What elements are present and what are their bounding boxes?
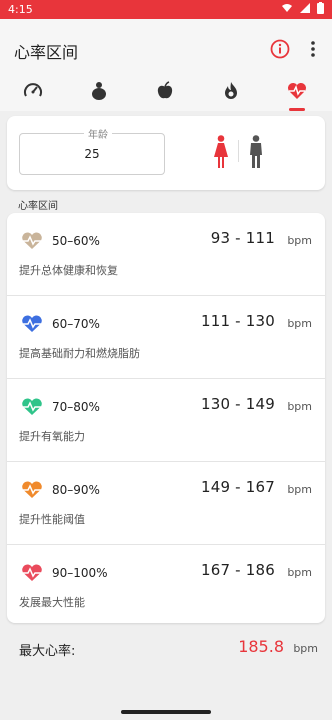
zone-row[interactable]: 90–100% 167 - 186 bpm 发展最大性能 [7, 545, 325, 623]
heart-rate-icon [288, 83, 306, 99]
zone-percent: 80–90% [52, 483, 100, 497]
status-time: 4:15 [8, 3, 33, 16]
zone-description: 提升性能阈值 [19, 513, 85, 526]
male-icon[interactable] [248, 135, 264, 169]
zone-description: 发展最大性能 [19, 596, 85, 609]
tab-body-weight[interactable] [66, 79, 132, 111]
heart-rate-icon [22, 481, 42, 498]
heart-rate-icon [22, 398, 42, 415]
age-value: 25 [84, 147, 100, 161]
female-icon[interactable] [213, 135, 229, 169]
body-weight-icon [92, 82, 106, 100]
zone-unit: bpm [287, 400, 312, 413]
zone-unit: bpm [287, 483, 312, 496]
profile-card: 年龄 25 [7, 116, 325, 190]
status-bar: 4:15 [0, 0, 332, 19]
more-vert-icon[interactable] [308, 39, 318, 59]
zones-section-label: 心率区间 [18, 201, 58, 212]
zone-unit: bpm [287, 234, 312, 247]
zone-row[interactable]: 60–70% 111 - 130 bpm 提高基础耐力和燃烧脂肪 [7, 296, 325, 378]
zone-range: 167 - 186 [200, 561, 275, 579]
heart-rate-icon [22, 232, 42, 249]
tab-bar [0, 79, 332, 111]
max-heart-rate-row: 最大心率: 185.8 bpm [0, 626, 332, 672]
system-nav-bar [0, 690, 332, 720]
flame-icon [225, 82, 237, 99]
tab-calories[interactable] [198, 79, 264, 111]
zone-unit: bpm [287, 566, 312, 579]
zone-range: 130 - 149 [200, 395, 275, 413]
zone-range: 111 - 130 [200, 312, 275, 330]
age-field[interactable]: 年龄 25 [19, 126, 165, 175]
apple-icon [157, 81, 173, 99]
zone-percent: 70–80% [52, 400, 100, 414]
zone-unit: bpm [287, 317, 312, 330]
zone-description: 提升总体健康和恢复 [19, 264, 118, 277]
zone-row[interactable]: 70–80% 130 - 149 bpm 提升有氧能力 [7, 379, 325, 461]
heart-rate-zones-list: 50–60% 93 - 111 bpm 提升总体健康和恢复 60–70% 111… [7, 213, 325, 623]
max-heart-rate-unit: bpm [293, 642, 318, 655]
tab-heart-rate[interactable] [264, 79, 330, 111]
zone-description: 提高基础耐力和燃烧脂肪 [19, 347, 140, 360]
max-heart-rate-label: 最大心率: [19, 644, 76, 659]
heart-rate-icon [22, 564, 42, 581]
page-title: 心率区间 [14, 43, 79, 62]
max-heart-rate-value: 185.8 [238, 637, 284, 656]
speedometer-icon [24, 83, 42, 97]
zone-percent: 60–70% [52, 317, 100, 331]
zone-percent: 50–60% [52, 234, 100, 248]
heart-rate-icon [22, 315, 42, 332]
tab-speedometer[interactable] [0, 79, 66, 111]
wifi-icon [282, 4, 292, 12]
tab-nutrition[interactable] [132, 79, 198, 111]
signal-icon [300, 3, 310, 13]
age-label: 年龄 [84, 126, 112, 141]
zone-range: 93 - 111 [210, 229, 275, 247]
zone-row[interactable]: 80–90% 149 - 167 bpm 提升性能阈值 [7, 462, 325, 544]
battery-icon [317, 2, 324, 14]
zone-row[interactable]: 50–60% 93 - 111 bpm 提升总体健康和恢复 [7, 213, 325, 295]
gender-divider [238, 140, 239, 162]
zone-description: 提升有氧能力 [19, 430, 85, 443]
status-icons [281, 2, 324, 14]
zone-percent: 90–100% [52, 566, 108, 580]
app-bar: 心率区间 [0, 19, 332, 79]
home-gesture-handle[interactable] [121, 710, 211, 714]
zone-range: 149 - 167 [200, 478, 275, 496]
info-icon[interactable] [269, 38, 291, 60]
